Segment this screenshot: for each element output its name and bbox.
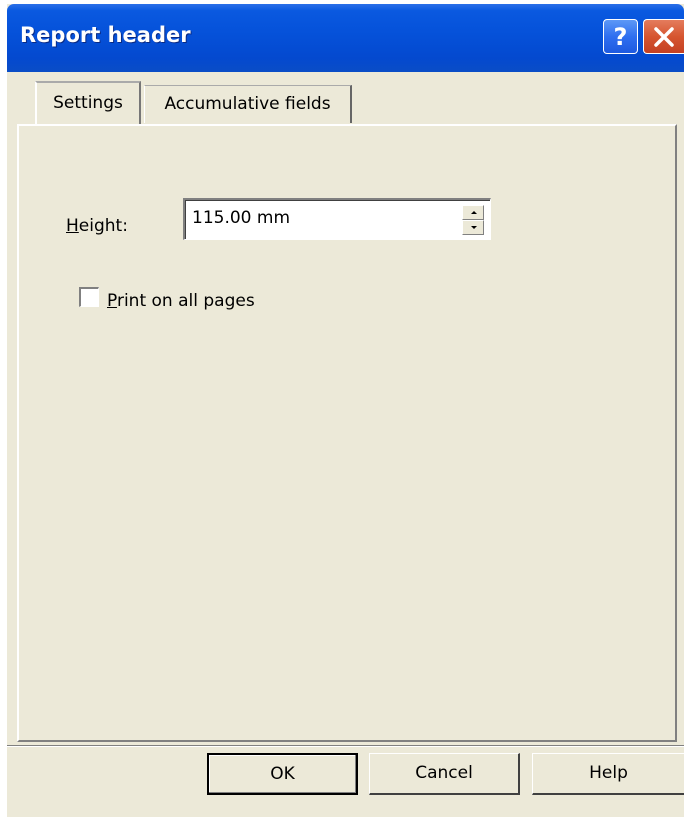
spin-down-button[interactable]	[462, 220, 484, 235]
close-icon	[654, 26, 674, 47]
cancel-button[interactable]: Cancel	[369, 753, 520, 795]
height-value: 115.00 mm	[192, 208, 291, 228]
height-spinner	[462, 205, 484, 235]
height-label-text: eight:	[78, 216, 128, 236]
spin-up-button[interactable]	[462, 205, 484, 220]
close-button[interactable]	[643, 19, 684, 54]
footer-divider-highlight	[7, 746, 684, 747]
dialog-window: Report header ? Settings Accumulative fi…	[7, 4, 684, 817]
height-spin-input[interactable]: 115.00 mm	[183, 198, 491, 240]
tab-strip: Settings Accumulative fields	[17, 81, 677, 125]
height-label-mnemonic: H	[66, 216, 79, 236]
print-label-mnemonic: P	[107, 291, 117, 311]
print-on-all-pages-label[interactable]: Print on all pages	[107, 291, 255, 311]
arrow-down-icon	[471, 226, 477, 229]
help-title-button[interactable]: ?	[603, 19, 638, 54]
question-mark-icon: ?	[613, 22, 628, 51]
tab-settings[interactable]: Settings	[35, 81, 141, 124]
title-bar[interactable]: Report header ?	[7, 4, 684, 72]
ok-button[interactable]: OK	[207, 753, 358, 795]
tab-accumulative-fields[interactable]: Accumulative fields	[144, 85, 352, 123]
window-title: Report header	[20, 23, 191, 47]
print-on-all-pages-checkbox[interactable]	[79, 287, 99, 307]
height-label: Height:	[66, 216, 128, 236]
print-label-text: rint on all pages	[116, 291, 255, 311]
help-button[interactable]: Help	[532, 753, 684, 795]
arrow-up-icon	[471, 211, 477, 214]
